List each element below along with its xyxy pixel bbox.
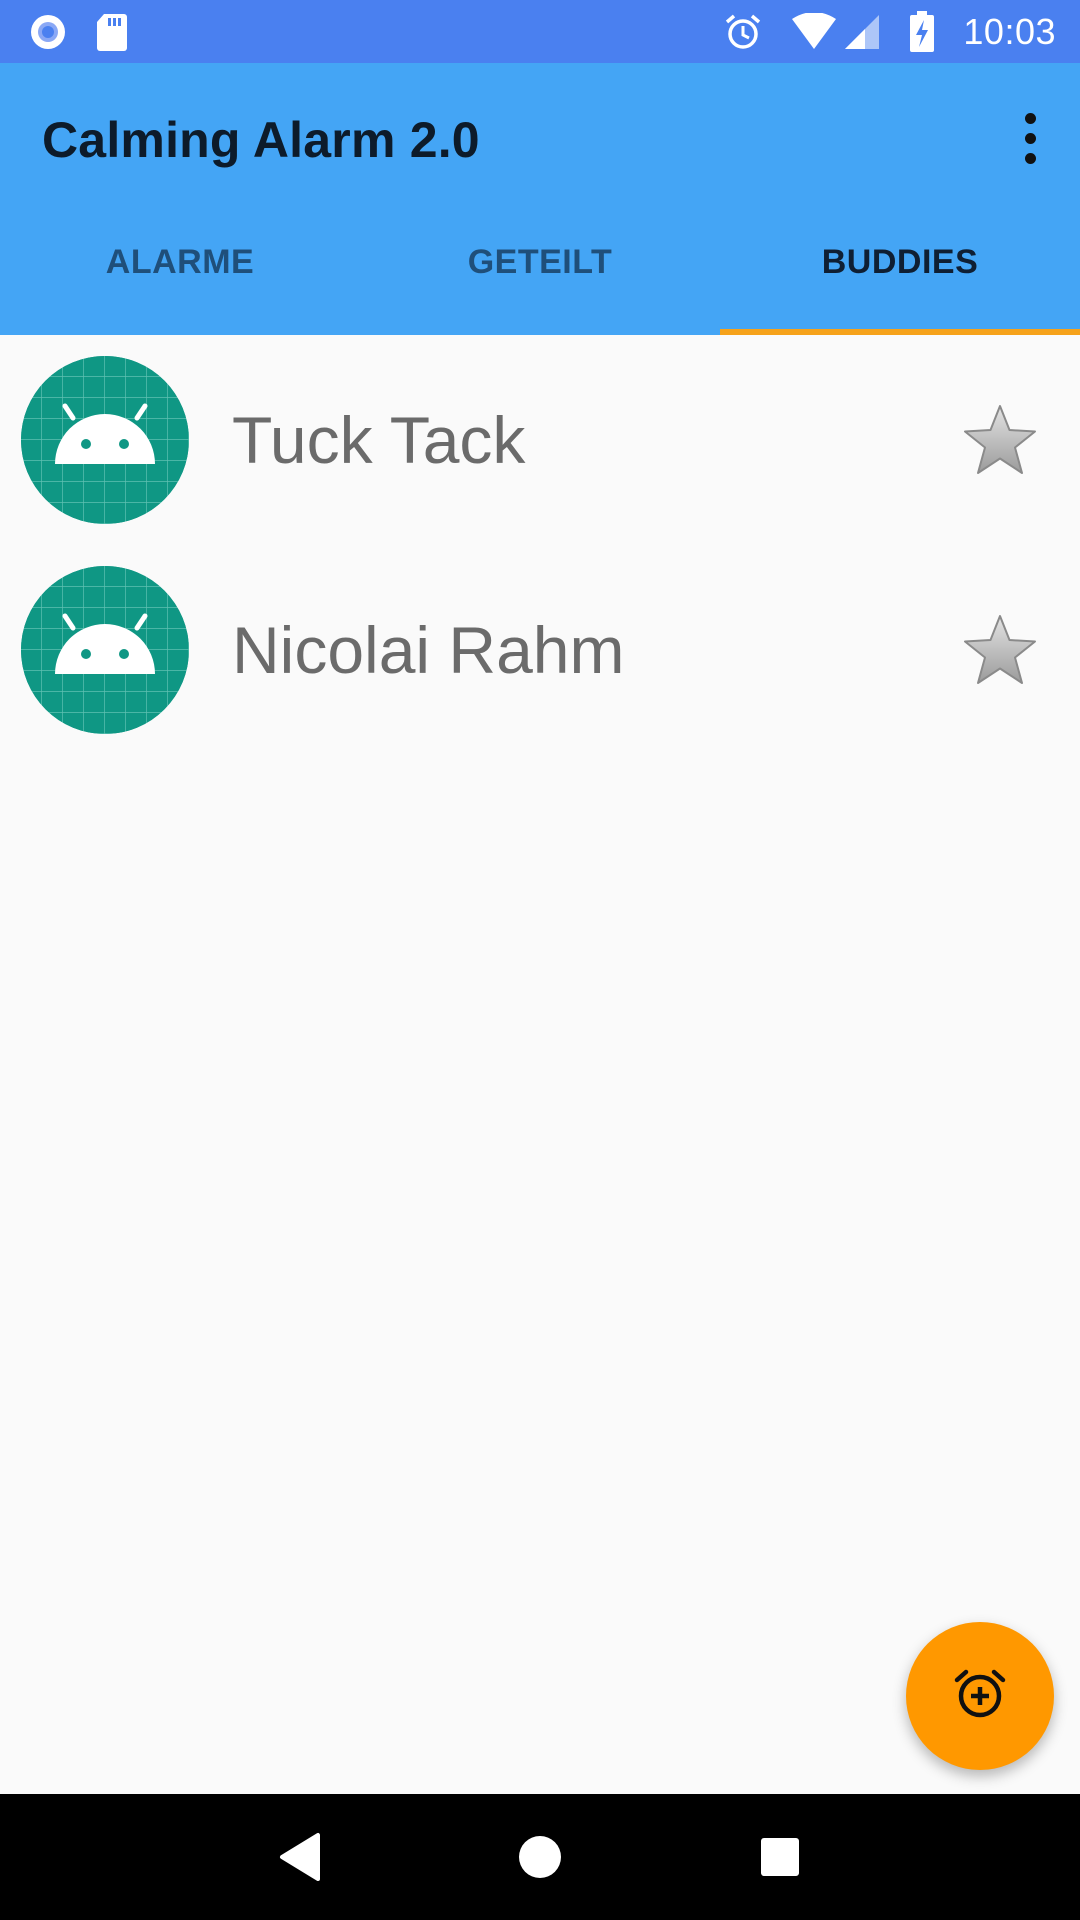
buddy-name: Nicolai Rahm: [232, 613, 625, 687]
back-icon[interactable]: [260, 1817, 340, 1897]
status-time: 10:03: [963, 10, 1056, 52]
status-bar: 10:03: [0, 0, 1080, 63]
page-title: Calming Alarm 2.0: [42, 112, 480, 168]
android-avatar-icon: [21, 356, 189, 524]
alarm-clock-icon: [723, 12, 763, 52]
tab-buddies[interactable]: BUDDIES: [720, 199, 1080, 335]
list-item[interactable]: Tuck Tack: [0, 335, 1080, 545]
status-left-icons: [28, 12, 128, 52]
system-nav-bar: [0, 1794, 1080, 1920]
tab-geteilt[interactable]: GETEILT: [360, 199, 720, 335]
record-indicator-icon: [28, 12, 68, 52]
wifi-icon: [791, 12, 837, 51]
more-vertical-icon[interactable]: [1002, 105, 1058, 171]
cell-signal-icon: [843, 13, 881, 51]
add-alarm-icon: [952, 1666, 1008, 1727]
battery-charging-icon: [909, 10, 935, 53]
app-bar: Calming Alarm 2.0 ALARME GETEILT BUDDIES: [0, 63, 1080, 335]
buddy-name: Tuck Tack: [232, 403, 526, 477]
star-icon[interactable]: [962, 612, 1038, 688]
star-icon[interactable]: [962, 402, 1038, 478]
app-screen: 10:03 Calming Alarm 2.0 ALARME GETEILT B…: [0, 0, 1080, 1920]
android-avatar-icon: [21, 566, 189, 734]
recents-icon[interactable]: [740, 1817, 820, 1897]
sd-card-icon: [96, 12, 128, 52]
tab-alarme[interactable]: ALARME: [0, 199, 360, 335]
tab-bar: ALARME GETEILT BUDDIES: [0, 199, 1080, 335]
status-right-icons: 10:03: [723, 10, 1056, 53]
buddy-list: Tuck Tack Nicolai Rahm: [0, 335, 1080, 755]
add-alarm-button[interactable]: [906, 1622, 1054, 1770]
home-icon[interactable]: [500, 1817, 580, 1897]
list-item[interactable]: Nicolai Rahm: [0, 545, 1080, 755]
